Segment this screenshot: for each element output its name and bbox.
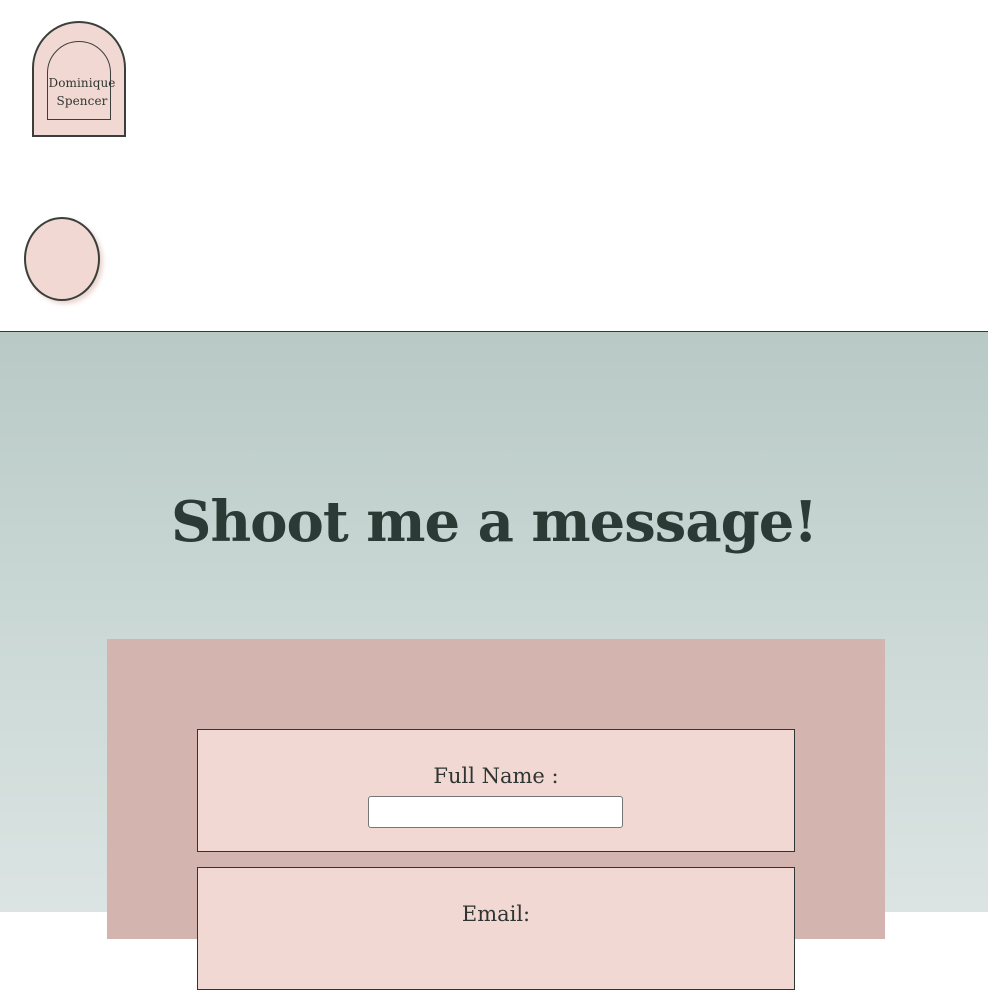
site-logo[interactable]: Dominique Spencer: [32, 21, 126, 137]
email-field-group: Email:: [197, 867, 795, 990]
full-name-label: Full Name :: [433, 764, 559, 788]
contact-title: Shoot me a message!: [171, 489, 818, 555]
logo-text: Dominique Spencer: [34, 74, 130, 110]
contact-form: Full Name : Email:: [107, 639, 885, 990]
logo-first-name: Dominique: [48, 76, 116, 90]
menu-toggle-button[interactable]: [24, 217, 100, 301]
logo-last-name: Spencer: [56, 94, 108, 108]
full-name-field-group: Full Name :: [197, 729, 795, 852]
full-name-input[interactable]: [368, 796, 623, 828]
site-header: Dominique Spencer: [0, 0, 988, 332]
email-label: Email:: [461, 902, 531, 926]
contact-section: Shoot me a message! Full Name : Email:: [0, 332, 988, 990]
